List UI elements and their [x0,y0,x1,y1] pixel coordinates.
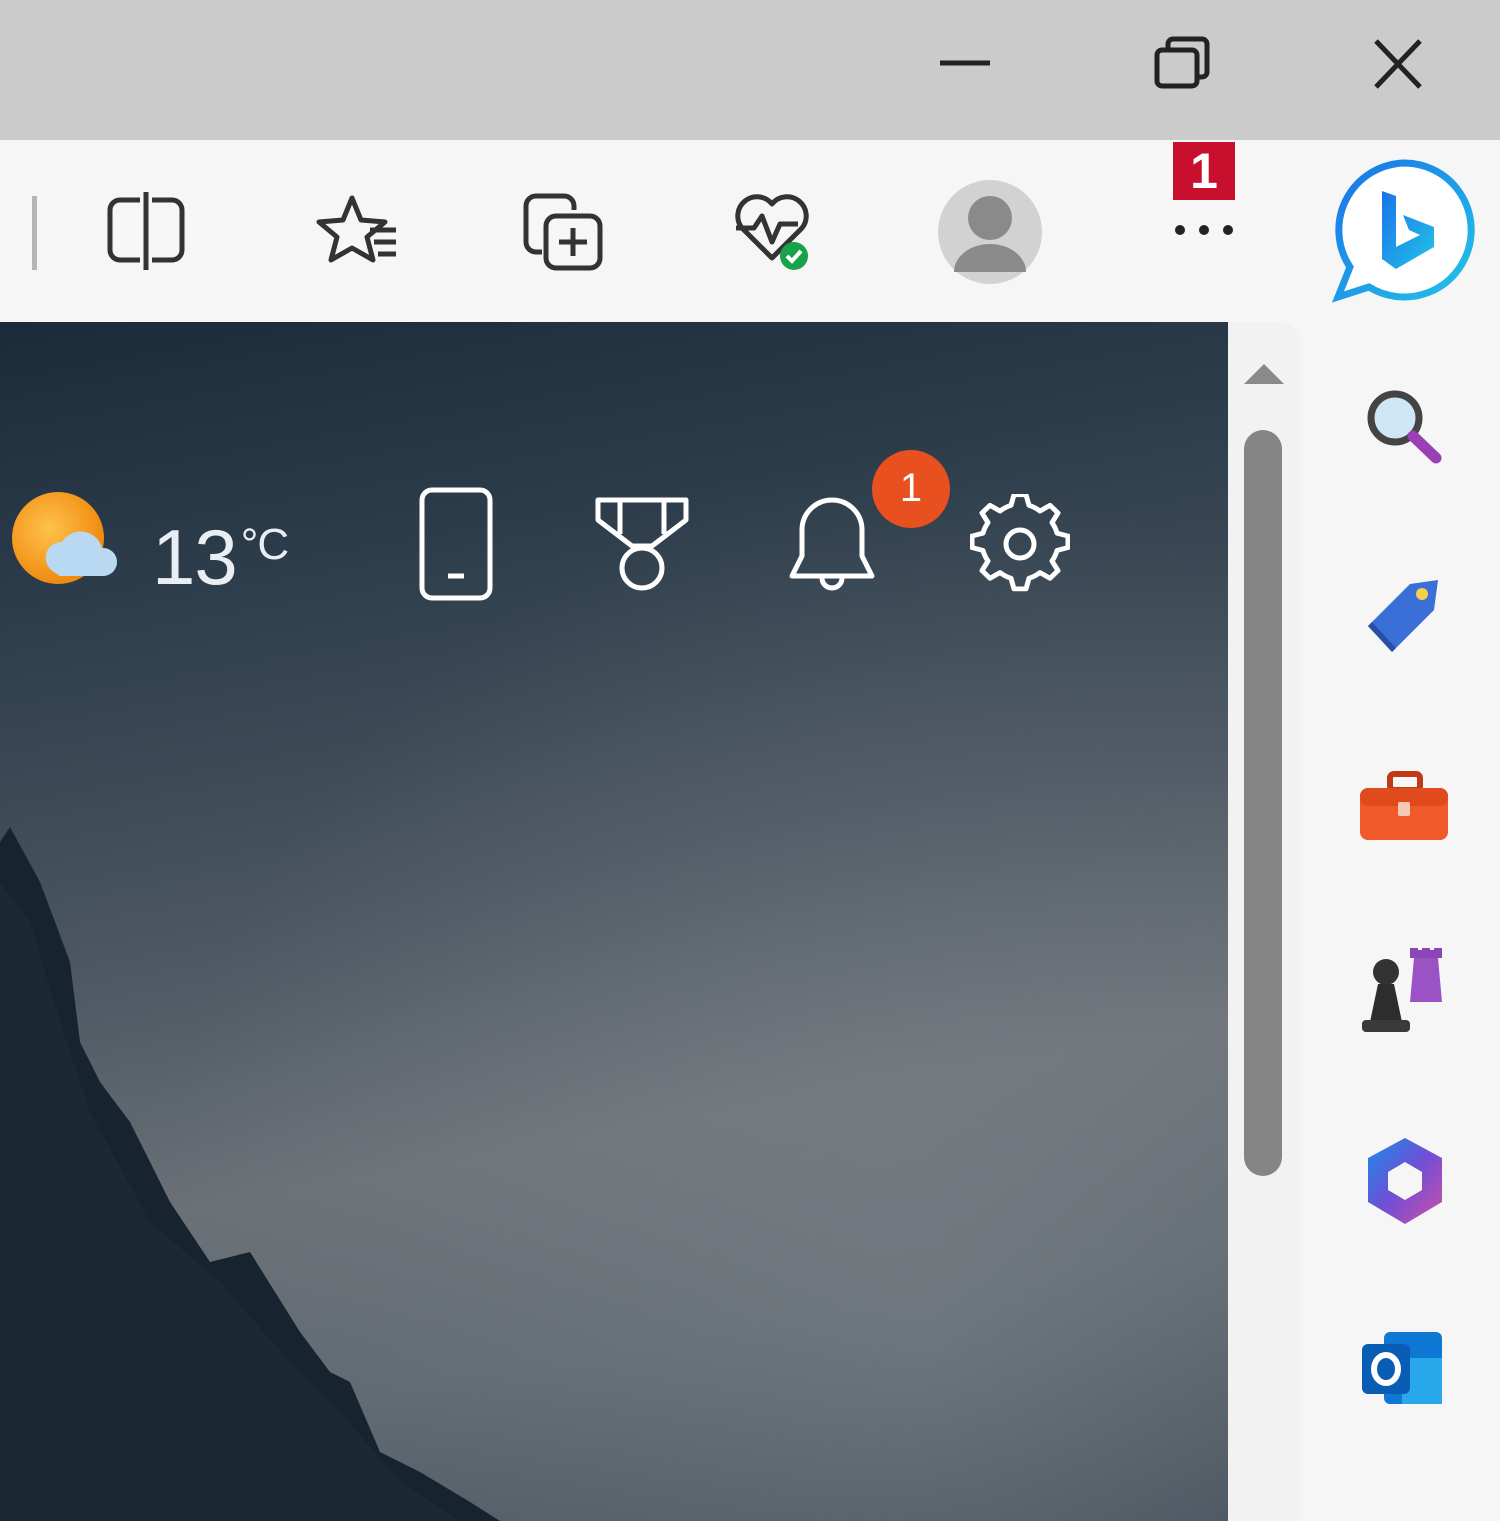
microsoft-365-icon [1368,1138,1442,1224]
restore-icon [1154,36,1210,89]
copilot-icon [1331,159,1475,303]
collections-button[interactable] [520,188,612,280]
more-badge: 1 [1173,142,1235,200]
vertical-scrollbar[interactable] [1228,322,1300,1521]
collections-icon [523,193,603,271]
games-icon [1362,948,1442,1032]
split-screen-button[interactable] [100,190,190,280]
copilot-button[interactable] [1330,155,1480,305]
notifications-button[interactable] [784,490,880,601]
weather-widget[interactable] [10,490,120,595]
browser-essentials-button[interactable] [728,188,820,280]
sidebar-search[interactable] [1350,372,1460,482]
settings-icon [969,492,1071,592]
browser-toolbar: 1 [0,140,1310,322]
rewards-icon [595,497,689,591]
temperature-value: 13 [152,513,238,601]
browser-essentials-icon [735,194,809,270]
sidebar [1310,140,1500,1521]
close-icon [1374,39,1422,89]
title-bar [0,0,1500,140]
close-button[interactable] [1298,0,1498,130]
partly-sunny-icon [12,492,118,584]
profile-avatar[interactable] [936,178,1044,286]
temperature-unit: °C [240,520,289,569]
minimize-icon [940,60,990,66]
sidebar-microsoft-365[interactable] [1350,1126,1460,1236]
temperature-display[interactable]: 13°C [152,512,289,603]
restore-button[interactable] [1080,0,1280,130]
minimize-button[interactable] [865,0,1065,130]
profile-avatar-icon [938,180,1042,284]
search-icon [1367,390,1442,464]
settings-button[interactable] [969,492,1071,599]
rewards-button[interactable] [590,490,694,603]
sidebar-tools[interactable] [1350,756,1460,866]
scroll-thumb[interactable] [1244,430,1282,1176]
bell-icon [789,497,875,591]
sidebar-games[interactable] [1350,940,1460,1050]
more-icon [1175,225,1233,235]
toolbar-divider [32,196,37,270]
favorites-icon [316,195,396,263]
more-button[interactable] [1166,210,1246,250]
outlook-icon [1362,1332,1442,1404]
phone-icon [419,487,493,601]
tools-icon [1360,771,1448,840]
scroll-up-arrow[interactable] [1242,360,1286,390]
new-tab-page: 13°C 1 [0,322,1228,1521]
split-screen-icon [107,192,185,270]
sidebar-shopping[interactable] [1350,562,1460,672]
favorites-button[interactable] [312,190,402,280]
notification-badge: 1 [872,450,950,528]
phone-button[interactable] [414,484,498,609]
sidebar-outlook[interactable] [1350,1318,1460,1428]
shopping-icon [1368,580,1438,652]
